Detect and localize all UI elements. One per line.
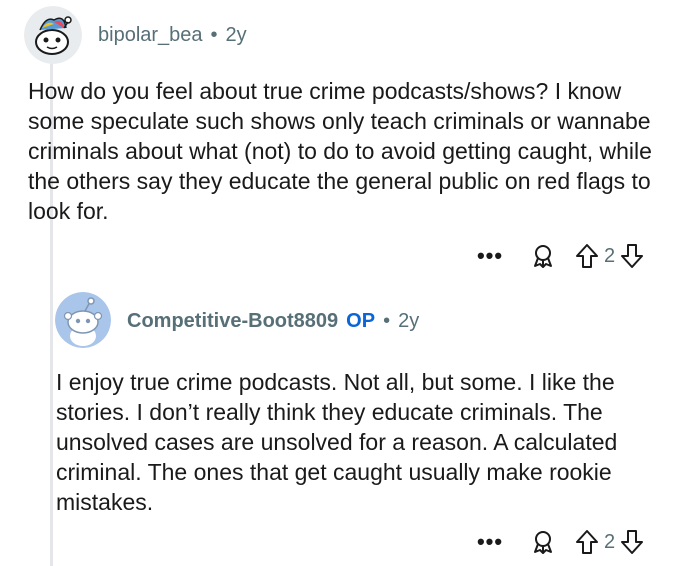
downvote-icon[interactable] (619, 529, 645, 555)
upvote-icon[interactable] (574, 529, 600, 555)
downvote-icon[interactable] (619, 243, 645, 269)
vote-score: 2 (604, 244, 616, 267)
comment-username[interactable]: Competitive-Boot8809 (127, 310, 338, 332)
comment-actions: ••• 2 (474, 527, 645, 557)
award-icon[interactable] (528, 243, 558, 269)
comment-body: How do you feel about true crime podcast… (28, 78, 652, 224)
op-badge: OP (346, 310, 376, 332)
meta-separator: • (210, 24, 218, 46)
vote-score: 2 (604, 530, 616, 553)
avatar-icon[interactable] (24, 6, 82, 64)
award-icon[interactable] (528, 529, 558, 555)
avatar-icon[interactable] (55, 292, 111, 348)
comment-body: I enjoy true crime podcasts. Not all, bu… (56, 369, 618, 515)
upvote-icon[interactable] (574, 243, 600, 269)
meta-separator: • (383, 310, 391, 332)
comment-actions: ••• 2 (474, 241, 645, 271)
comment-age[interactable]: 2y (226, 24, 247, 46)
comment-age[interactable]: 2y (398, 310, 419, 332)
more-options-icon[interactable]: ••• (474, 243, 506, 269)
more-options-icon[interactable]: ••• (474, 529, 506, 555)
comment-username[interactable]: bipolar_bea (98, 24, 203, 46)
